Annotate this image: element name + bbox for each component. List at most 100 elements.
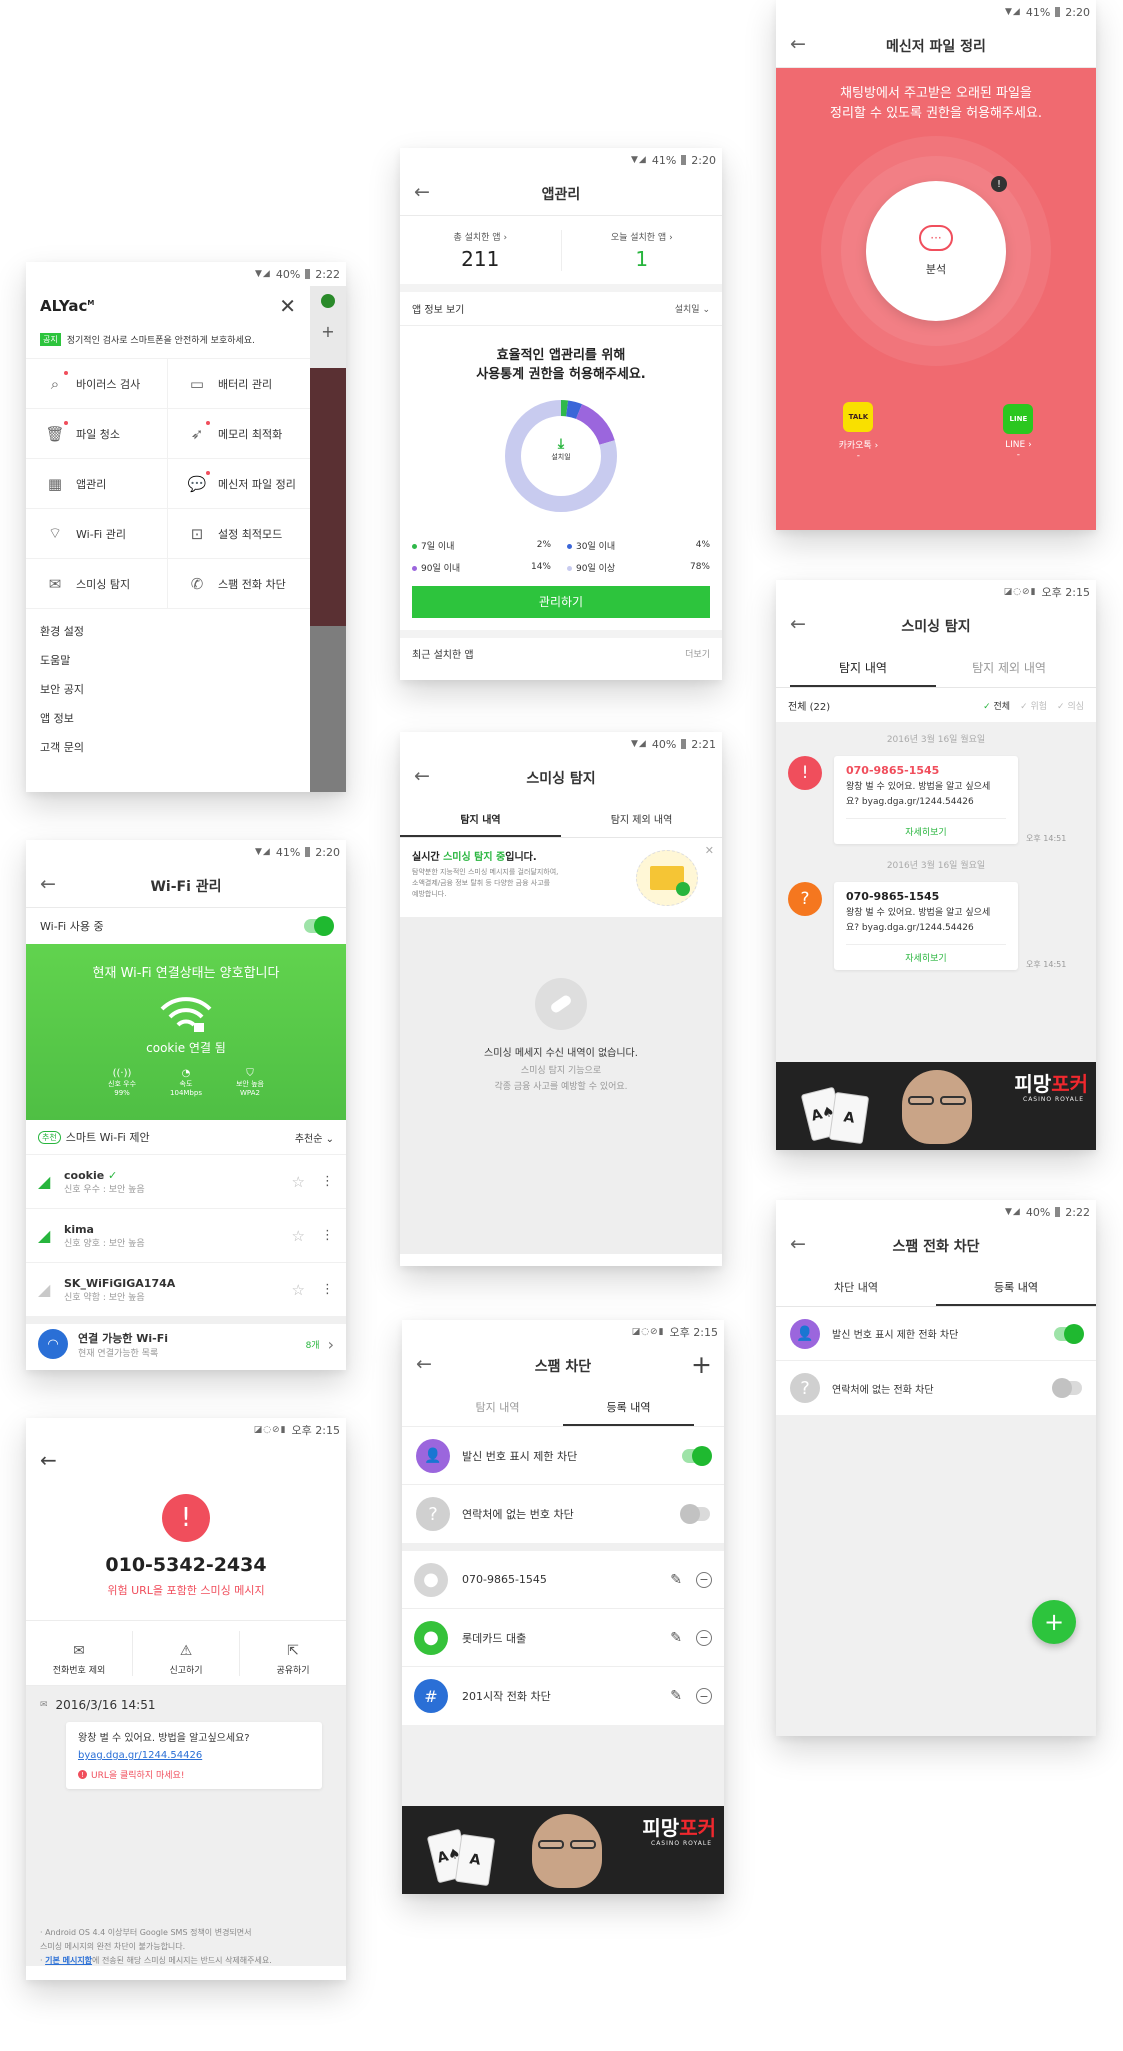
back-arrow-icon[interactable]: ← bbox=[790, 33, 806, 55]
menu-item-app-manager[interactable]: ▦ 앱관리 bbox=[26, 459, 168, 509]
unknown-call-toggle[interactable] bbox=[1052, 1378, 1082, 1398]
tab-excluded[interactable]: 탐지 제외 내역 bbox=[561, 800, 722, 837]
menu-item-file-clean[interactable]: 🗑 파일 청소 bbox=[26, 409, 168, 459]
back-arrow-icon[interactable]: ← bbox=[414, 765, 430, 787]
star-icon[interactable]: ☆ bbox=[292, 1227, 305, 1245]
add-fab[interactable]: + bbox=[1032, 1600, 1076, 1644]
toggle-row: ? 연락처에 없는 번호 차단 bbox=[402, 1485, 724, 1543]
detail-link[interactable]: 자세히보기 bbox=[846, 818, 1006, 844]
blocked-entry[interactable]: ● 롯데카드 대출 ✎ − bbox=[402, 1609, 724, 1667]
blocked-entry[interactable]: ● 070-9865-1545 ✎ − bbox=[402, 1551, 724, 1609]
poker-ad-banner[interactable]: A♠ A 피망포커 CASINO ROYALE bbox=[402, 1806, 724, 1894]
tab-registered[interactable]: 등록 내역 bbox=[936, 1268, 1096, 1306]
remove-icon[interactable]: − bbox=[696, 1629, 712, 1646]
available-wifi-row[interactable]: ◠ 연결 가능한 Wi-Fi 현재 연결가능한 목록 8개 › bbox=[26, 1324, 346, 1364]
tab-bar: 탐지 내역 등록 내역 bbox=[402, 1388, 724, 1426]
header: ← 스미싱 탐지 bbox=[776, 604, 1096, 648]
network-item[interactable]: ◢ kima 신호 양호 : 보안 높음 ☆ ⋮ bbox=[26, 1208, 346, 1262]
edit-icon[interactable]: ✎ bbox=[670, 1630, 682, 1646]
report-button[interactable]: ⚠ 신고하기 bbox=[133, 1630, 240, 1676]
star-icon[interactable]: ☆ bbox=[292, 1281, 305, 1299]
filter-all[interactable]: ✓ 전체 bbox=[983, 699, 1010, 712]
stat-speed: ◔ 속도 104Mbps bbox=[170, 1068, 202, 1097]
edit-icon[interactable]: ✎ bbox=[670, 1688, 682, 1704]
smishing-items: 2016년 3월 16일 월요일 ! 070-9865-1545 왕창 벌 수 … bbox=[776, 722, 1096, 970]
tab-detected[interactable]: 탐지 내역 bbox=[400, 800, 561, 837]
tab-detected[interactable]: 탐지 내역 bbox=[790, 648, 936, 687]
message-card[interactable]: 070-9865-1545 왕창 벌 수 있어요. 방법을 알고 싶으세 요? b… bbox=[834, 756, 1018, 844]
blocked-entry[interactable]: # 201시작 전화 차단 ✎ − bbox=[402, 1667, 724, 1725]
more-vertical-icon[interactable]: ⋮ bbox=[321, 1228, 334, 1243]
menu-item-settings-mode[interactable]: ⊡ 설정 최적모드 bbox=[168, 509, 310, 559]
line-app[interactable]: LINE LINE › - bbox=[1003, 403, 1034, 460]
wifi-toggle[interactable] bbox=[304, 916, 334, 936]
close-icon[interactable]: ✕ bbox=[279, 294, 296, 318]
add-icon[interactable]: + bbox=[691, 1350, 712, 1379]
sort-dropdown[interactable]: 추천순 ⌄ bbox=[295, 1130, 334, 1145]
tab-excluded[interactable]: 탐지 제외 내역 bbox=[936, 648, 1082, 687]
more-link[interactable]: 더보기 bbox=[685, 647, 710, 660]
back-arrow-icon[interactable]: ← bbox=[40, 1448, 57, 1472]
analyze-button[interactable]: ··· 분석 bbox=[866, 181, 1006, 321]
status-bar: ◪◌⊘▮ 오후 2:15 bbox=[776, 580, 1096, 604]
trash-icon: 🗑 bbox=[44, 420, 68, 445]
remove-icon[interactable]: − bbox=[696, 1571, 712, 1588]
back-arrow-icon[interactable]: ← bbox=[790, 1233, 806, 1255]
battery-icon bbox=[1055, 1207, 1061, 1217]
exclude-number-button[interactable]: ✉ 전화번호 제외 bbox=[26, 1630, 133, 1676]
sort-dropdown[interactable]: 설치일 ⌄ bbox=[675, 302, 710, 315]
link-customer-support[interactable]: 고객 문의 bbox=[40, 733, 296, 762]
tab-detected[interactable]: 탐지 내역 bbox=[432, 1388, 563, 1426]
menu-item-virus-scan[interactable]: ⌕ 바이러스 검사 bbox=[26, 359, 168, 409]
back-arrow-icon[interactable]: ← bbox=[790, 613, 806, 635]
legend-dot bbox=[412, 543, 417, 549]
manage-button[interactable]: 관리하기 bbox=[412, 586, 710, 618]
more-vertical-icon[interactable]: ⋮ bbox=[321, 1174, 334, 1189]
star-icon[interactable]: ☆ bbox=[292, 1173, 305, 1191]
share-button[interactable]: ⇱ 공유하기 bbox=[240, 1631, 346, 1676]
battery-icon bbox=[1055, 7, 1061, 17]
detail-link[interactable]: 자세히보기 bbox=[846, 944, 1006, 970]
unknown-number-toggle[interactable] bbox=[680, 1504, 710, 1524]
back-arrow-icon[interactable]: ← bbox=[416, 1353, 432, 1375]
total-installed[interactable]: 총 설치한 앱 › 211 bbox=[400, 229, 562, 271]
toggle-row: 👤 발신 번호 표시 제한 전화 차단 bbox=[776, 1307, 1096, 1361]
message-link[interactable]: byag.dga.gr/1244.54426 bbox=[78, 1750, 202, 1761]
kakaotalk-app[interactable]: TALK 카카오톡 › - bbox=[839, 402, 878, 461]
poker-ad-banner[interactable]: A♠ A 피망포커 CASINO ROYALE bbox=[776, 1062, 1096, 1150]
tab-blocked[interactable]: 차단 내역 bbox=[776, 1268, 936, 1306]
filter-danger[interactable]: ✓ 위험 bbox=[1020, 699, 1047, 712]
network-item[interactable]: ◢ SK_WiFiGIGA174A 신호 약함 : 보안 높음 ☆ ⋮ bbox=[26, 1262, 346, 1316]
back-arrow-icon[interactable]: ← bbox=[414, 181, 430, 203]
menu-item-battery[interactable]: ▭ 배터리 관리 bbox=[168, 359, 310, 409]
page-title: Wi-Fi 관리 bbox=[150, 878, 222, 895]
notice-bar[interactable]: 공지 정기적인 검사로 스마트폰을 안전하게 보호하세요. bbox=[26, 326, 310, 352]
close-icon[interactable]: ✕ bbox=[705, 844, 714, 857]
signal-icon: ▼◢ bbox=[631, 155, 647, 165]
remove-icon[interactable]: − bbox=[696, 1688, 712, 1704]
menu-item-spam-call[interactable]: ✆ 스팸 전화 차단 bbox=[168, 559, 310, 609]
private-number-toggle[interactable] bbox=[682, 1445, 712, 1466]
message-card[interactable]: 070-9865-1545 왕창 벌 수 있어요. 방법을 알고 싶으세 요? b… bbox=[834, 882, 1018, 970]
menu-item-smishing[interactable]: ✉ 스미싱 탐지 bbox=[26, 559, 168, 609]
link-security-notice[interactable]: 보안 공지 bbox=[40, 675, 296, 704]
menu-item-memory[interactable]: ➶ 메모리 최적화 bbox=[168, 409, 310, 459]
pill-icon bbox=[535, 978, 587, 1030]
today-installed[interactable]: 오늘 설치한 앱 › 1 bbox=[562, 230, 723, 271]
network-item[interactable]: ◢ cookie ✓ 신호 우수 : 보안 높음 ☆ ⋮ bbox=[26, 1154, 346, 1208]
menu-item-wifi[interactable]: ⌔ Wi-Fi 관리 bbox=[26, 509, 168, 559]
toggle-row: ? 연락처에 없는 전화 차단 bbox=[776, 1361, 1096, 1415]
status-bar: ◪◌⊘▮ 오후 2:15 bbox=[26, 1418, 346, 1442]
private-call-toggle[interactable] bbox=[1054, 1323, 1084, 1344]
filter-suspicious[interactable]: ✓ 의심 bbox=[1057, 699, 1084, 712]
edit-icon[interactable]: ✎ bbox=[670, 1572, 682, 1588]
tab-registered[interactable]: 등록 내역 bbox=[563, 1388, 694, 1426]
back-arrow-icon[interactable]: ← bbox=[40, 873, 56, 895]
link-help[interactable]: 도움말 bbox=[40, 646, 296, 675]
link-app-info[interactable]: 앱 정보 bbox=[40, 704, 296, 733]
more-vertical-icon[interactable]: ⋮ bbox=[321, 1282, 334, 1297]
chevron-right-icon: › bbox=[327, 1334, 334, 1354]
link-settings[interactable]: 환경 설정 bbox=[40, 617, 296, 646]
inbox-link[interactable]: 기본 메시지함 bbox=[45, 1956, 92, 1965]
menu-item-messenger-files[interactable]: 💬 메신저 파일 정리 bbox=[168, 459, 310, 509]
